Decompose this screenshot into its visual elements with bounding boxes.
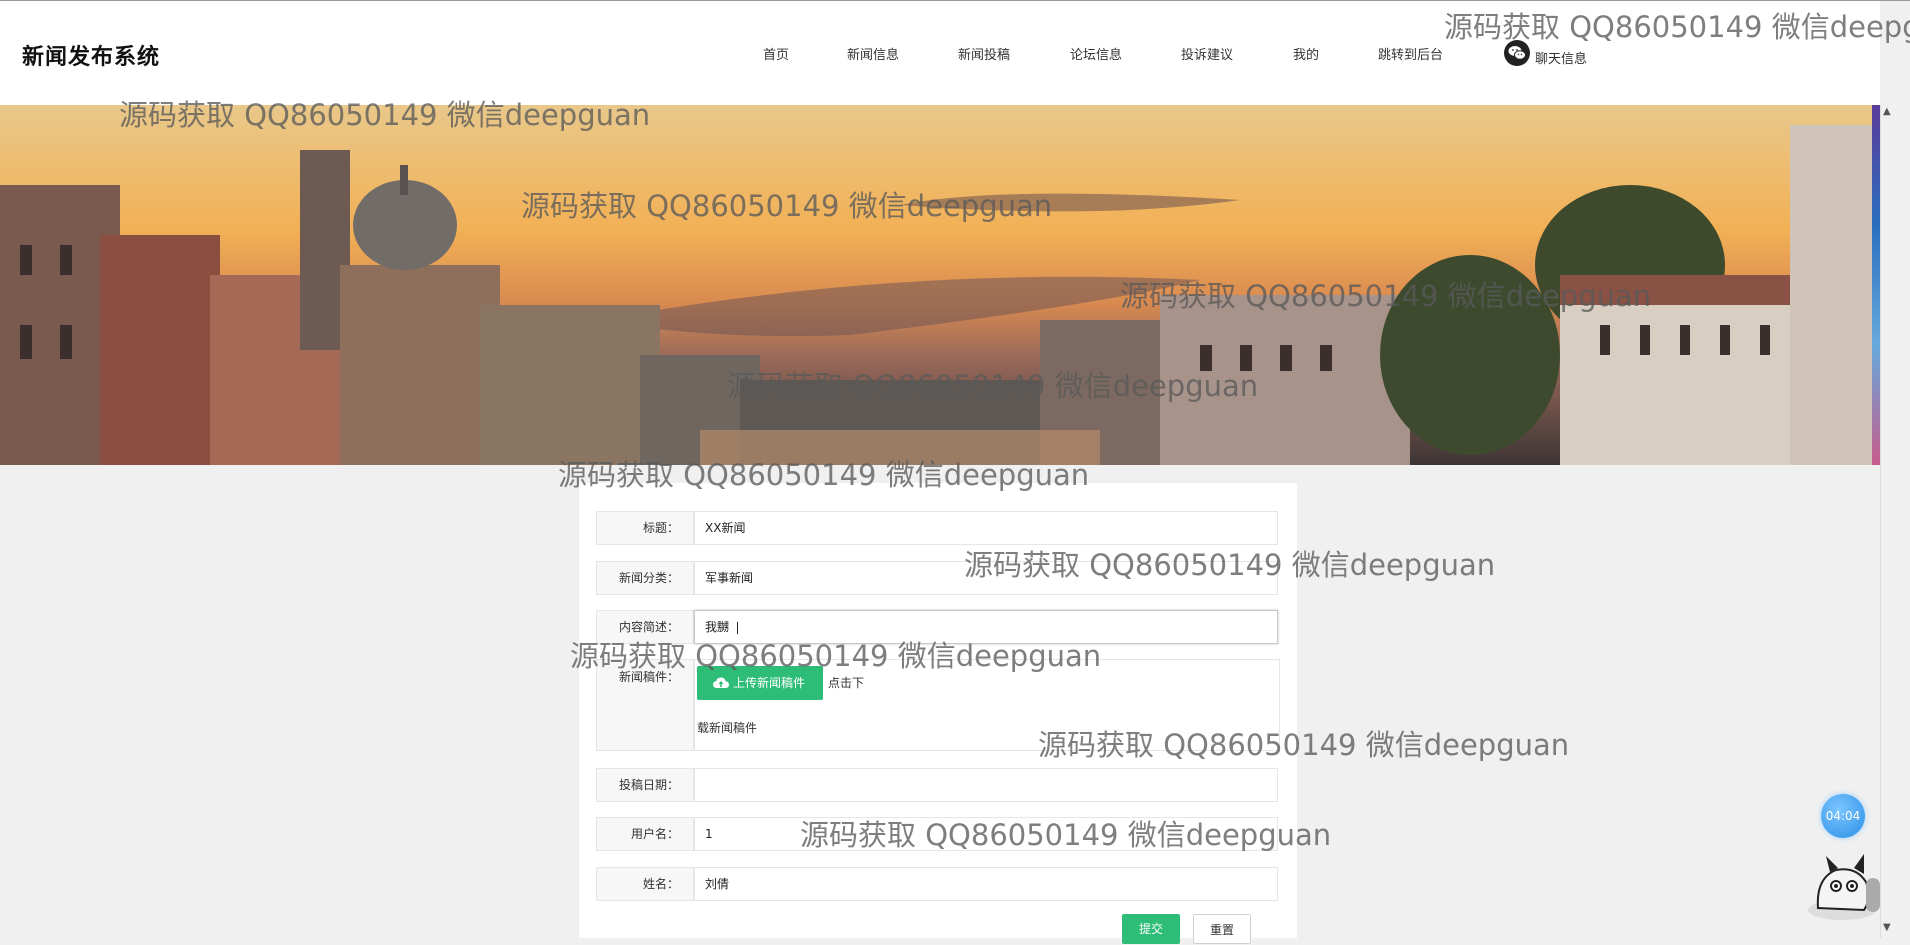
nav-news-submit[interactable]: 新闻投稿 xyxy=(958,44,1010,63)
name-input[interactable]: 刘倩 xyxy=(694,867,1278,901)
nav-mine[interactable]: 我的 xyxy=(1293,44,1319,63)
watermark-text: 源码获取 QQ86050149 微信deepguan xyxy=(558,458,1090,492)
floating-timer-badge[interactable]: 04:04 xyxy=(1821,794,1865,838)
watermark-text: 源码获取 QQ86050149 微信deepguan xyxy=(570,639,1102,673)
field-date-label: 投稿日期： xyxy=(596,768,694,802)
watermark-text: 源码获取 QQ86050149 微信deepguan xyxy=(800,818,1332,852)
download-link-part1[interactable]: 点击下 xyxy=(828,674,864,691)
date-input[interactable] xyxy=(694,768,1278,802)
mascot-widget-icon[interactable] xyxy=(1806,848,1880,922)
field-username-label: 用户名： xyxy=(596,817,694,851)
nav-chat[interactable]: 聊天信息 xyxy=(1535,48,1587,67)
field-name-label: 姓名： xyxy=(596,867,694,901)
banner-side-strip xyxy=(1872,105,1880,465)
field-title-label: 标题： xyxy=(596,511,694,545)
watermark-text: 源码获取 QQ86050149 微信deepguan xyxy=(964,548,1496,582)
title-input[interactable]: XX新闻 xyxy=(694,511,1278,545)
scroll-up-arrow-icon[interactable]: ▲ xyxy=(1883,106,1891,117)
download-link-part2[interactable]: 载新闻稿件 xyxy=(697,719,757,736)
reset-button[interactable]: 重置 xyxy=(1193,914,1251,944)
watermark-text: 源码获取 QQ86050149 微信deepguan xyxy=(727,369,1259,403)
nav-complaints[interactable]: 投诉建议 xyxy=(1181,44,1233,63)
site-logo[interactable]: 新闻发布系统 xyxy=(22,39,160,71)
scroll-down-arrow-icon[interactable]: ▼ xyxy=(1883,922,1891,933)
submit-button[interactable]: 提交 xyxy=(1122,914,1180,944)
field-category-label: 新闻分类： xyxy=(596,561,694,595)
watermark-text: 源码获取 QQ86050149 微信deepguan xyxy=(1038,728,1570,762)
nav-forum[interactable]: 论坛信息 xyxy=(1070,44,1122,63)
page-scrollbar[interactable] xyxy=(1880,105,1910,938)
watermark-text: 源码获取 QQ86050149 微信deepguan xyxy=(119,98,651,132)
nav-admin[interactable]: 跳转到后台 xyxy=(1378,44,1443,63)
watermark-text: 源码获取 QQ86050149 微信deepguan xyxy=(521,189,1053,223)
text-cursor xyxy=(737,621,739,634)
nav-home[interactable]: 首页 xyxy=(763,44,789,63)
watermark-text: 源码获取 QQ86050149 微信deepguan xyxy=(1444,10,1910,44)
cloud-upload-icon xyxy=(713,677,729,688)
summary-input-text: 我嬲 xyxy=(705,620,730,634)
nav-news-info[interactable]: 新闻信息 xyxy=(847,44,899,63)
watermark-text: 源码获取 QQ86050149 微信deepguan xyxy=(1120,279,1652,313)
